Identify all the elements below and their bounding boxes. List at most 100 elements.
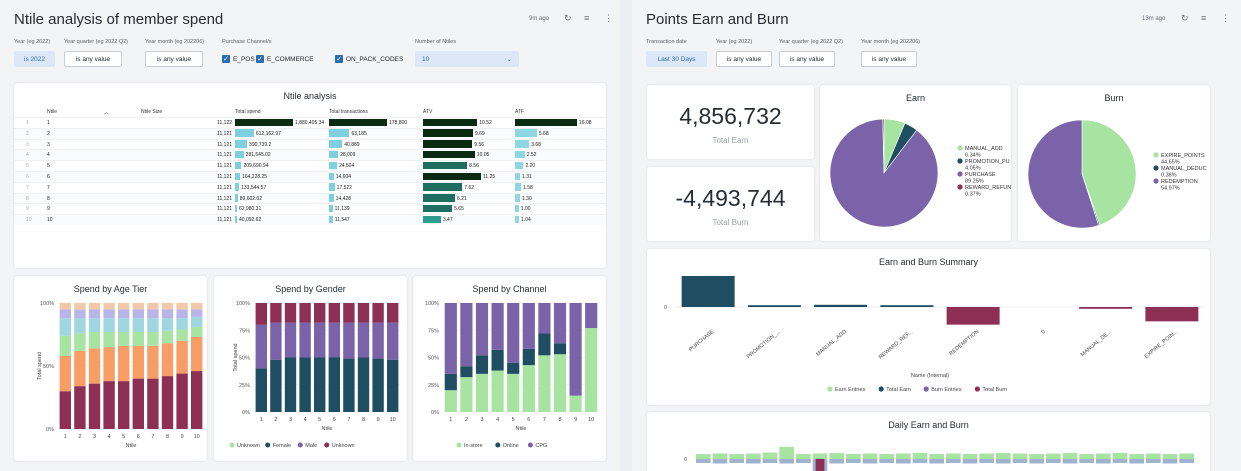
filter-year[interactable]: is any value	[716, 51, 772, 67]
cell-spend-label: 281,545.02	[245, 152, 271, 159]
legend-percent: 0.37%	[965, 192, 981, 198]
legend-label: PURCHASE	[965, 172, 996, 178]
legend-marker	[297, 442, 303, 448]
burn-bar	[712, 459, 728, 464]
earn-bar	[1079, 454, 1094, 459]
bar-segment	[132, 318, 144, 332]
bar-segment	[460, 377, 473, 412]
bar-segment	[103, 309, 115, 319]
legend-marker	[957, 145, 963, 151]
cell-atv-bar	[423, 183, 463, 191]
legend-label: Male	[305, 443, 317, 449]
cell-ntile: 4	[47, 152, 50, 159]
filter-quarter[interactable]: is any value	[64, 51, 122, 67]
bar-segment	[372, 303, 384, 323]
checkbox-label: E_POS	[233, 55, 255, 63]
cell-atf-label: 2.52	[526, 152, 537, 159]
filter-label-month: Year month (eg 202206)	[145, 39, 205, 45]
filter-month[interactable]: is any value	[861, 51, 917, 67]
filter-month[interactable]: is any value	[145, 51, 203, 67]
earn-bar	[1062, 453, 1078, 459]
bar-segment	[460, 366, 473, 378]
legend-marker	[456, 442, 462, 448]
bar-segment	[475, 373, 489, 412]
x-tick-label: 6	[333, 417, 336, 423]
more-icon[interactable]: ⋮	[1221, 13, 1230, 24]
sort-icon[interactable]: ︿	[104, 109, 109, 116]
bar-segment	[191, 309, 203, 317]
bar-segment	[176, 318, 188, 330]
checkbox-epos[interactable]: ✓ E_POS	[222, 55, 255, 63]
checkbox-ecommerce[interactable]: ✓ E_COMMERCE	[256, 55, 314, 63]
filter-icon[interactable]: ≡	[584, 13, 589, 23]
burn-bar	[1046, 459, 1061, 463]
earn-bar	[1012, 453, 1028, 459]
cell-tx-label: 63,185	[351, 130, 367, 137]
burn-bar	[846, 459, 861, 463]
bar-segment	[270, 322, 282, 360]
cell-spend-bar	[235, 183, 240, 191]
cell-ntile: 5	[47, 163, 50, 170]
col-ntile[interactable]: Ntile	[47, 109, 57, 115]
x-tick-label: 3	[480, 417, 483, 423]
filter-quarter[interactable]: is any value	[779, 51, 835, 67]
x-tick-label: 10	[194, 434, 200, 440]
burn-bar	[1129, 459, 1144, 464]
total-burn-label: Total Burn	[712, 218, 749, 227]
bar-segment	[118, 345, 130, 382]
bar-segment	[59, 303, 71, 310]
bar-segment	[314, 303, 326, 323]
bar-segment	[74, 386, 86, 429]
bar-segment	[176, 309, 188, 319]
col-ntile-size[interactable]: Ntile Size	[141, 109, 162, 115]
burn-bar	[929, 459, 944, 464]
cell-atv-label: 3.47	[442, 217, 453, 224]
bar-segment	[132, 303, 144, 310]
more-icon[interactable]: ⋮	[604, 13, 613, 24]
x-tick-label: 6	[527, 417, 530, 423]
legend-label: Unknown	[237, 443, 260, 449]
updated-time: 13m ago	[1142, 16, 1166, 22]
bar-segment	[74, 309, 86, 319]
cell-atf-bar	[515, 140, 530, 148]
col-total-spend[interactable]: Total spend	[235, 109, 261, 115]
col-atv[interactable]: ATV	[423, 109, 432, 115]
refresh-icon[interactable]: ↻	[1181, 13, 1189, 24]
earn-bar	[1029, 454, 1044, 459]
bar-segment	[88, 303, 101, 310]
col-atf[interactable]: ATF	[515, 109, 524, 115]
cell-tx-bar	[329, 140, 343, 148]
burn-bar	[779, 459, 794, 464]
refresh-icon[interactable]: ↻	[564, 13, 572, 24]
bar-segment	[585, 303, 598, 329]
bar-segment	[343, 303, 355, 323]
points-dashboard: Points Earn and Burn 13m ago ↻ ≡ ⋮ Trans…	[632, 0, 1241, 471]
channel-chart: 0% 25% 50% 75% 100% 1 2 3 4 5 6 7 8 9 10 Ntile In-store O…	[425, 301, 599, 449]
ntiles-select[interactable]: 10 ⌄	[415, 51, 519, 67]
col-total-transactions[interactable]: Total transactions	[329, 109, 368, 115]
y-tick-label: 0	[684, 457, 687, 463]
age-chart: 0% 50% 100% 1 2 3 4 5 6 7 8 9 10 Ntile Total spend	[37, 301, 204, 449]
cell-ntile: 8	[47, 195, 50, 202]
filter-icon[interactable]: ≡	[1201, 13, 1206, 23]
legend-label: Total Burn	[982, 387, 1007, 393]
x-tick-label: 2	[78, 434, 81, 440]
cell-atf-label: 1.31	[522, 174, 532, 180]
cell-atf-bar	[515, 129, 537, 137]
legend-label: Total Earn	[886, 387, 911, 393]
cell-atf-label: 1.58	[523, 184, 533, 191]
summary-bar	[1145, 307, 1199, 322]
bar-segment	[255, 303, 267, 325]
bar-segment	[284, 322, 297, 358]
burn-bar	[729, 459, 744, 463]
checkbox-onpack[interactable]: ✓ ON_PACK_CODES	[335, 55, 403, 63]
bar-segment	[74, 318, 86, 334]
bar-segment	[176, 303, 188, 310]
earn-bar	[1112, 453, 1128, 459]
bar-segment	[88, 309, 101, 319]
filter-date[interactable]: Last 30 Days	[646, 51, 707, 67]
y-tick-label: 75%	[239, 328, 250, 334]
legend-label: MANUAL_DEDUC	[1161, 166, 1207, 172]
filter-year[interactable]: is 2022	[14, 51, 55, 67]
earn-bar	[712, 453, 728, 459]
